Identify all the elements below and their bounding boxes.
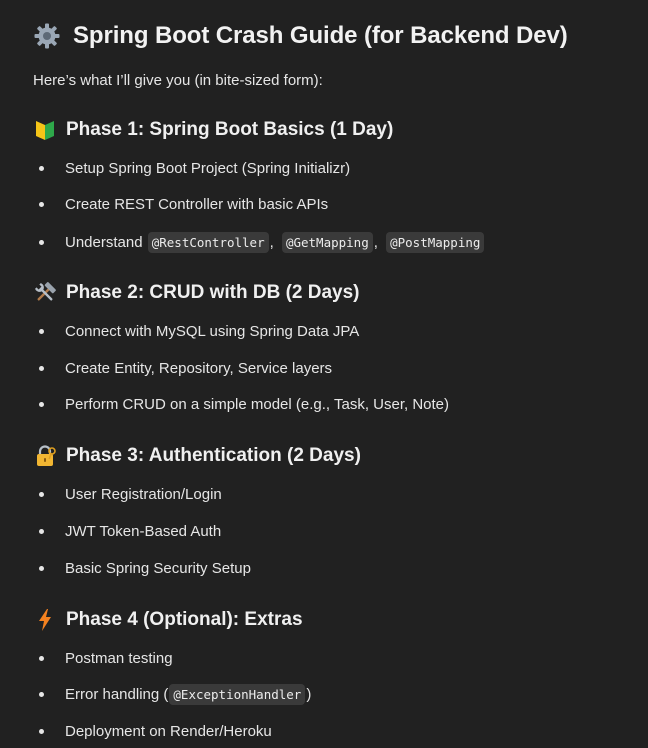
list-item-text: Error handling ( <box>65 685 169 703</box>
list-item: Setup Spring Boot Project (Spring Initia… <box>33 156 350 180</box>
list-item-text: Create REST Controller with basic APIs <box>65 195 329 213</box>
gear-icon <box>34 23 60 49</box>
bullet <box>39 239 44 245</box>
guide-title-text: Spring Boot Crash Guide (for Backend Dev… <box>73 22 568 49</box>
code-exception-handler: @ExceptionHandler <box>169 683 306 705</box>
list-item-text: Create Entity, Repository, Service layer… <box>65 359 333 377</box>
hammer-wrench-icon <box>35 282 56 301</box>
list-item: Create REST Controller with basic APIs <box>33 192 328 216</box>
bullet <box>39 201 44 207</box>
list-item: Deployment on Render/Heroku <box>33 719 272 743</box>
lock-with-key-icon <box>37 445 56 466</box>
list-item-text: Setup Spring Boot Project (Spring Initia… <box>65 159 351 177</box>
phase-1-heading: Phase 1: Spring Boot Basics (1 Day) <box>33 116 393 144</box>
bullet <box>39 401 44 407</box>
bullet <box>39 565 44 571</box>
intro-text: Here’s what I’ll give you (in bite-sized… <box>33 72 323 89</box>
list-item: Connect with MySQL using Spring Data JPA <box>33 319 359 343</box>
phase-4-title: Phase 4 (Optional): Extras <box>66 609 303 630</box>
bullet <box>39 655 44 661</box>
list-item-text: Basic Spring Security Setup <box>65 559 251 577</box>
list-item: Basic Spring Security Setup <box>33 556 251 580</box>
code-rest-controller: @RestController <box>147 231 269 253</box>
code-get-mapping: @GetMapping <box>281 231 373 253</box>
bullet <box>39 728 44 734</box>
separator: , <box>373 233 383 251</box>
bullet <box>39 328 44 334</box>
closing-paren: ) <box>306 685 312 703</box>
list-item: JWT Token-Based Auth <box>33 519 221 543</box>
list-item-text: User Registration/Login <box>65 485 222 503</box>
list-item-text: Deployment on Render/Heroku <box>65 722 272 740</box>
list-item: Create Entity, Repository, Service layer… <box>33 356 332 380</box>
phase-2-heading: Phase 2: CRUD with DB (2 Days) <box>33 279 360 307</box>
bullet <box>39 491 44 497</box>
lightning-icon <box>39 609 51 631</box>
phase-1-title: Phase 1: Spring Boot Basics (1 Day) <box>66 119 394 140</box>
guide-title: Spring Boot Crash Guide (for Backend Dev… <box>33 18 568 54</box>
list-item-text: Postman testing <box>65 649 173 667</box>
bullet <box>39 528 44 534</box>
bullet <box>39 365 44 371</box>
list-item: User Registration/Login <box>33 482 222 506</box>
list-item-text: Connect with MySQL using Spring Data JPA <box>65 322 360 340</box>
list-item-text: JWT Token-Based Auth <box>65 522 222 540</box>
list-item-text: Perform CRUD on a simple model (e.g., Ta… <box>65 395 450 413</box>
phase-2-title: Phase 2: CRUD with DB (2 Days) <box>66 282 360 303</box>
bullet <box>39 165 44 171</box>
separator: , <box>269 233 278 251</box>
list-item-text: Understand <box>65 233 147 251</box>
code-post-mapping: @PostMapping <box>386 231 485 253</box>
list-item: Postman testing <box>33 646 173 670</box>
beginner-badge-icon <box>36 121 54 140</box>
phase-4-heading: Phase 4 (Optional): Extras <box>33 606 303 634</box>
list-item: Perform CRUD on a simple model (e.g., Ta… <box>33 392 449 416</box>
phase-3-heading: Phase 3: Authentication (2 Days) <box>33 442 361 470</box>
list-item: Understand @RestController, @GetMapping,… <box>33 230 485 254</box>
phase-3-title: Phase 3: Authentication (2 Days) <box>66 445 361 466</box>
bullet <box>39 691 44 697</box>
list-item: Error handling (@ExceptionHandler) <box>33 682 311 706</box>
